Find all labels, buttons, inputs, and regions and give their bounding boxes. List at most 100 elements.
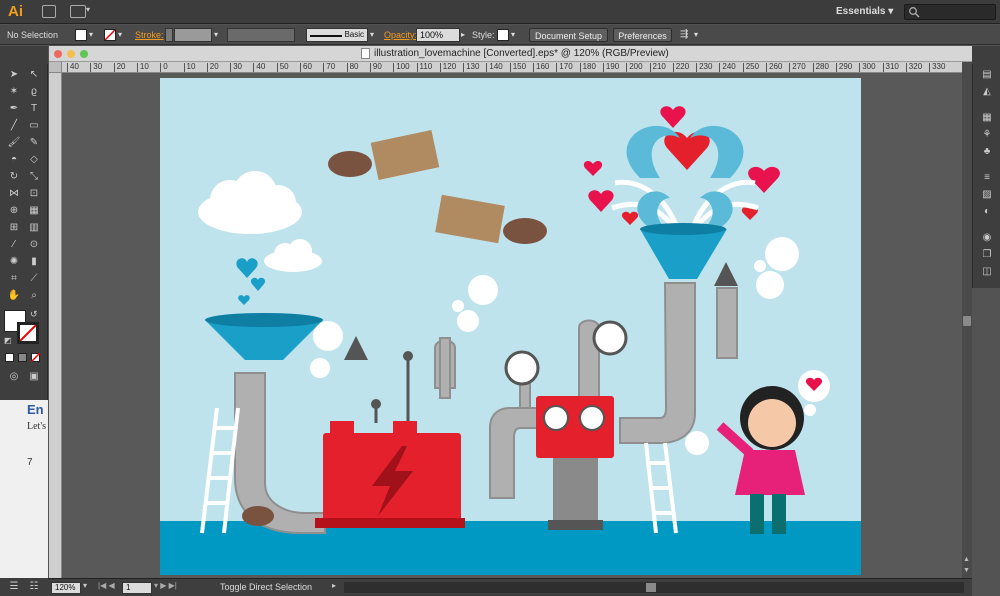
none-mode-icon[interactable] [31,353,40,362]
shape-builder-tool-icon[interactable]: ⊕ [6,204,22,218]
type-tool-icon[interactable]: T [26,102,42,116]
blend-tool-icon[interactable]: ⊙ [26,238,42,252]
pencil-tool-icon[interactable]: ✎ [26,136,42,150]
swatches-panel-icon[interactable]: ▦ [980,111,994,124]
panel-options-icon[interactable]: ☷ [26,580,42,594]
draw-mode-icon[interactable]: ◎ [6,370,22,384]
gradient-mode-icon[interactable] [18,353,27,362]
blob-brush-tool-icon[interactable]: ◓ [6,153,22,167]
hand-tool-icon[interactable]: ✋ [6,289,22,303]
artboard-tool-icon[interactable]: ⌗ [6,272,22,286]
column-graph-tool-icon[interactable]: ▮ [26,255,42,269]
width-tool-icon[interactable]: ⋈ [6,187,22,201]
preferences-button[interactable]: Preferences [613,28,672,42]
magic-wand-tool-icon[interactable]: ✶ [6,85,22,99]
style-dropdown-icon[interactable]: ▾ [511,28,515,42]
screen-mode-icon[interactable]: ▣ [26,370,42,384]
stroke-panel-icon[interactable]: ≡ [980,171,994,184]
scale-tool-icon[interactable]: ⤡ [26,170,42,184]
arrange-panel-icon[interactable]: ⇶ [680,28,688,42]
workspace-switcher[interactable]: Essentials ▾ [836,6,893,17]
ruler-tick-label: 300 [859,63,876,72]
vertical-scrollbar[interactable]: ▲ ▼ [962,62,972,578]
vertical-ruler[interactable] [49,62,62,578]
transparency-panel-icon[interactable]: ◐ [980,205,994,218]
slice-tool-icon[interactable]: ⟋ [26,272,42,286]
color-panel-icon[interactable]: ▤ [980,68,994,81]
control-menu-icon[interactable]: ▾ [694,28,698,42]
ruler-tick-label: 40 [253,63,265,72]
first-artboard-icon[interactable]: |◀ ◀ [98,581,115,590]
zoom-field[interactable]: 120% [51,582,81,594]
zoom-window-icon[interactable] [80,50,88,58]
scroll-down-arrow-icon[interactable]: ▼ [963,567,970,574]
search-input[interactable] [904,4,996,20]
vertical-scroll-thumb[interactable] [963,316,971,326]
horizontal-scroll-thumb[interactable] [646,583,656,592]
arrange-dropdown-icon[interactable]: ▾ [86,5,90,14]
stroke-weight-stepper[interactable] [165,28,173,42]
zoom-dropdown-icon[interactable]: ▾ [83,581,87,590]
ruler-origin[interactable] [49,62,62,73]
stroke-swatch[interactable] [104,29,116,41]
brush-label: Basic [344,30,364,39]
artboard-number-field[interactable]: 1 [122,582,152,594]
next-artboard-icon[interactable]: ▾ ▶ ▶| [154,581,177,590]
rectangle-tool-icon[interactable]: ▭ [26,119,42,133]
opacity-field[interactable]: 100% [416,28,460,42]
arrange-documents-icon[interactable] [70,5,86,18]
graphic-styles-icon[interactable]: ❐ [980,248,994,261]
symbols-panel-icon[interactable]: ♣ [980,145,994,158]
brushes-panel-icon[interactable]: ⚘ [980,128,994,141]
eraser-tool-icon[interactable]: ◇ [26,153,42,167]
eyedropper-tool-icon[interactable]: ⁄ [6,238,22,252]
document-tab[interactable]: illustration_lovemachine [Converted].eps… [49,46,972,62]
bridge-icon[interactable] [42,5,56,18]
artboard[interactable] [160,78,861,575]
opacity-dropdown-icon[interactable]: ▸ [461,28,465,42]
stroke-weight-dropdown-icon[interactable]: ▾ [214,28,218,42]
color-mode-icon[interactable] [5,353,14,362]
perspective-grid-tool-icon[interactable]: ▦ [26,204,42,218]
symbol-sprayer-tool-icon[interactable]: ✺ [6,255,22,269]
minimize-window-icon[interactable] [67,50,75,58]
free-transform-tool-icon[interactable]: ⊡ [26,187,42,201]
paintbrush-tool-icon[interactable]: 🖌 [6,136,22,150]
close-window-icon[interactable] [54,50,62,58]
horizontal-scrollbar[interactable] [344,582,964,593]
direct-selection-tool-icon[interactable]: ↖ [26,68,42,82]
stroke-color-box[interactable] [17,322,39,344]
right-dock-empty [972,288,1000,596]
ruler-tick-label: 150 [509,63,526,72]
stroke-dropdown-icon[interactable]: ▾ [118,28,122,42]
fill-swatch[interactable] [75,29,87,41]
swap-fill-stroke-icon[interactable]: ↺ [30,309,38,320]
line-tool-icon[interactable]: ╱ [6,119,22,133]
fill-dropdown-icon[interactable]: ▾ [89,28,93,42]
variable-width-profile[interactable] [227,28,295,42]
mesh-tool-icon[interactable]: ⊞ [6,221,22,235]
color-guide-icon[interactable]: ◭ [980,85,994,98]
zoom-tool-icon[interactable]: ⌕ [26,289,42,303]
panel-menu-icon[interactable]: ☰ [6,580,22,594]
appearance-panel-icon[interactable]: ◉ [980,231,994,244]
rotate-tool-icon[interactable]: ↻ [6,170,22,184]
default-colors-icon[interactable]: ◩ [4,336,12,345]
gradient-panel-icon[interactable]: ▨ [980,188,994,201]
brush-dropdown-icon[interactable]: ▾ [370,28,374,42]
graphic-style-swatch[interactable] [497,29,509,41]
stroke-weight-field[interactable] [174,28,212,42]
stroke-label[interactable]: Stroke: [135,28,164,42]
status-menu-arrow-icon[interactable]: ▸ [332,581,336,590]
gradient-tool-icon[interactable]: ▥ [26,221,42,235]
selection-tool-icon[interactable]: ➤ [6,68,22,82]
brush-definition[interactable]: Basic [306,28,368,42]
layers-panel-icon[interactable]: ◫ [980,265,994,278]
scroll-up-arrow-icon[interactable]: ▲ [963,556,970,563]
lasso-tool-icon[interactable]: ϱ [26,85,42,99]
ruler-tick-label: 140 [486,63,503,72]
pen-tool-icon[interactable]: ✒ [6,102,22,116]
opacity-label[interactable]: Opacity: [384,28,417,42]
document-setup-button[interactable]: Document Setup [529,28,608,42]
horizontal-ruler[interactable]: 40 30 20 10 0 10 20 30 40 50 60 70 80 90 100 110 120 130 1… [62,62,972,73]
